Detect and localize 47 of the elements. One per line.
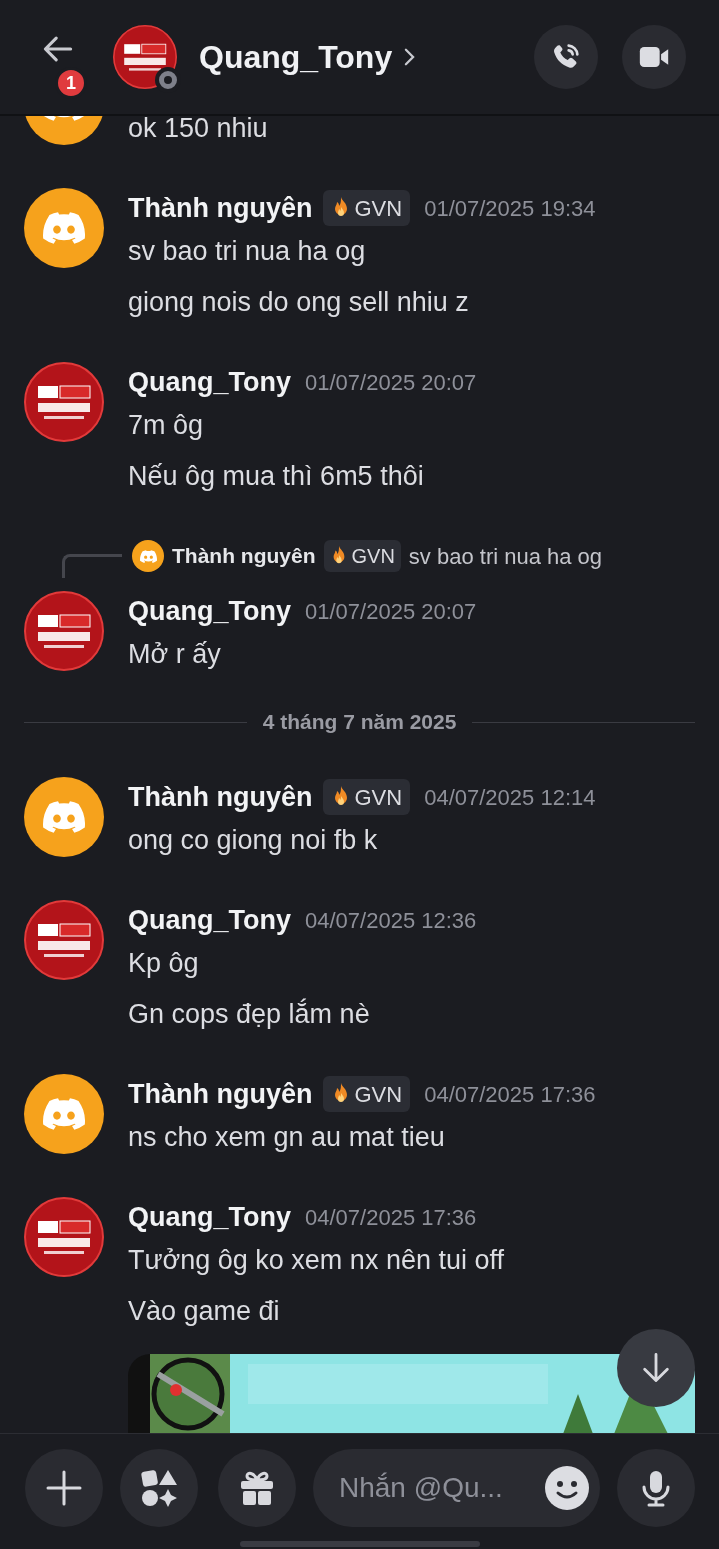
message-text: ong co giong noi fb k: [128, 824, 378, 857]
timestamp: 04/07/2025 12:36: [305, 906, 477, 935]
message-text: ns cho xem gn au mat tieu: [128, 1121, 445, 1154]
chevron-icon: [404, 48, 416, 66]
message-text: sv bao tri nua ha og: [128, 235, 366, 268]
avatar[interactable]: [132, 540, 164, 572]
author-name: Quang_Tony: [128, 903, 291, 937]
message-text: 7m ôg: [128, 409, 204, 442]
timestamp: 01/07/2025 20:07: [305, 597, 477, 626]
shapes-icon: [139, 1468, 179, 1508]
emoji-icon[interactable]: [544, 1465, 590, 1511]
role-tag[interactable]: GVN: [322, 779, 411, 815]
message-field[interactable]: Nhắn @Qu...: [313, 1449, 600, 1527]
avatar[interactable]: [113, 25, 177, 89]
author-name: Quang_Tony: [128, 1200, 291, 1234]
role-tag[interactable]: GVN: [323, 540, 401, 572]
plus-icon: [44, 1468, 84, 1508]
reply-connector: [62, 554, 122, 578]
timestamp: 04/07/2025 12:14: [424, 783, 596, 812]
timestamp: 01/07/2025 20:07: [305, 368, 477, 397]
timestamp: 04/07/2025 17:36: [424, 1080, 596, 1109]
channel-title[interactable]: Quang_Tony: [199, 33, 416, 81]
reply-author: Thành nguyên: [172, 543, 316, 570]
avatar[interactable]: [24, 591, 104, 671]
timestamp: 04/07/2025 17:36: [305, 1203, 477, 1232]
avatar[interactable]: [24, 1197, 104, 1277]
role-tag[interactable]: GVN: [322, 190, 411, 226]
author-name: Thành nguyên: [128, 191, 313, 225]
message-text: Tưởng ôg ko xem nx nên tui off: [128, 1244, 504, 1277]
message-text: Nếu ôg mua thì 6m5 thôi: [128, 460, 424, 493]
author-name: Quang_Tony: [128, 594, 291, 628]
message-text: Mở r ấy: [128, 638, 221, 671]
message-text: ok 150 nhiu: [128, 116, 268, 145]
avatar[interactable]: [24, 900, 104, 980]
message-text: Kp ôg: [128, 947, 199, 980]
date-divider: 4 tháng 7 năm 2025: [262, 709, 457, 736]
author-name: Thành nguyên: [128, 780, 313, 814]
message-text: Gn cops đẹp lắm nè: [128, 997, 370, 1031]
unread-badge: 1: [55, 67, 87, 99]
timestamp: 01/07/2025 19:34: [424, 194, 596, 223]
message-text: giong nois do ong sell nhiu z: [128, 286, 469, 319]
message-text: Vào game đi: [128, 1295, 280, 1328]
avatar[interactable]: [24, 362, 104, 442]
author-name: Thành nguyên: [128, 1077, 313, 1111]
reply-text: sv bao tri nua ha og: [408, 542, 603, 571]
role-tag[interactable]: GVN: [322, 1076, 411, 1112]
author-name: Quang_Tony: [128, 365, 291, 399]
